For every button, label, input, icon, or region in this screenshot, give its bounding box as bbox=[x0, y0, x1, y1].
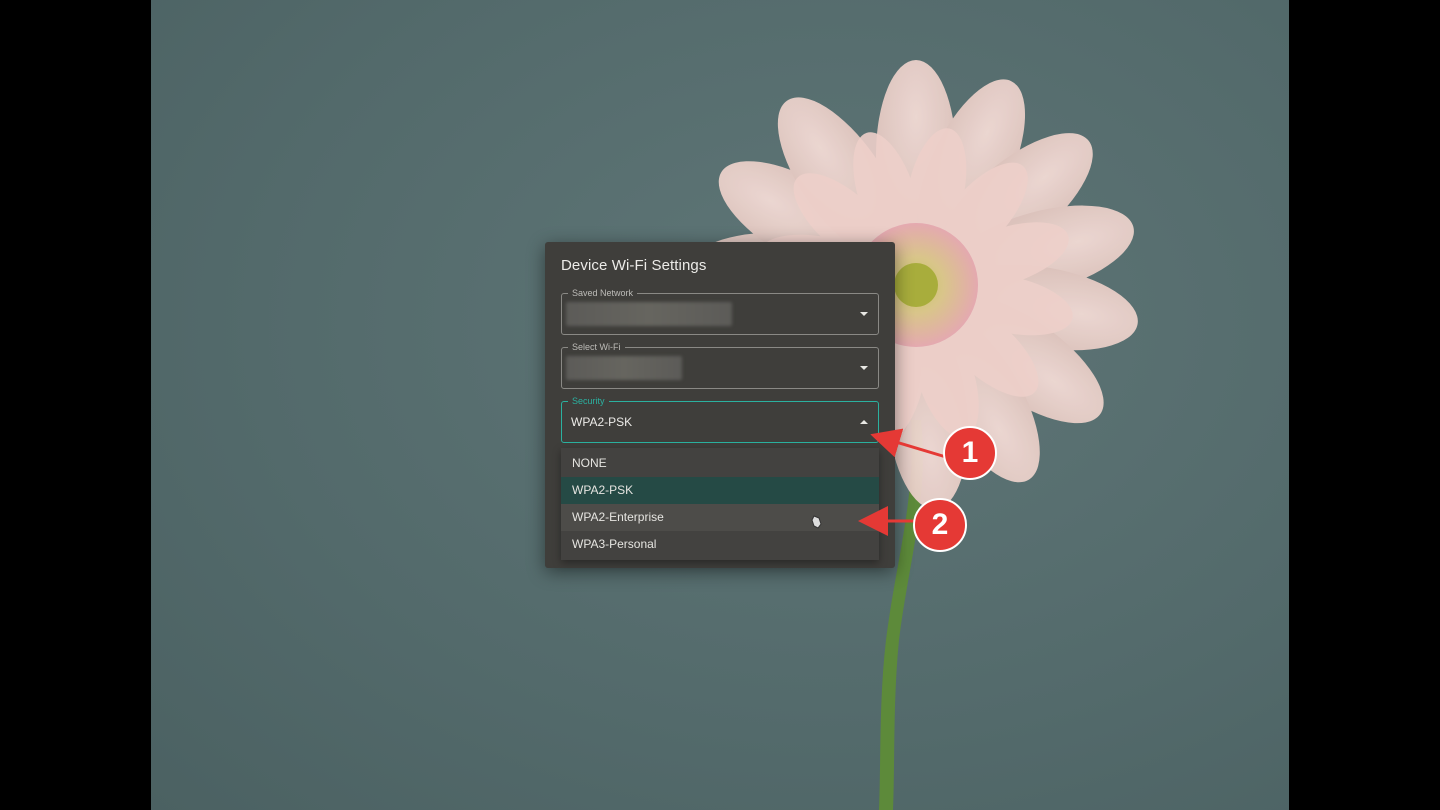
security-option-none[interactable]: NONE bbox=[561, 450, 879, 477]
chevron-down-icon[interactable] bbox=[860, 312, 868, 316]
security-option-wpa2-psk[interactable]: WPA2-PSK bbox=[561, 477, 879, 504]
hand-cursor-icon bbox=[811, 515, 822, 529]
select-wifi-label: Select Wi-Fi bbox=[568, 341, 625, 353]
saved-network-select[interactable]: Saved Network bbox=[561, 287, 879, 335]
security-value: WPA2-PSK bbox=[571, 415, 633, 429]
annotation-number-2: 2 bbox=[931, 508, 949, 541]
saved-network-value-redacted bbox=[566, 302, 732, 326]
dialog-title: Device Wi-Fi Settings bbox=[561, 257, 707, 274]
security-select[interactable]: Security WPA2-PSK bbox=[561, 395, 879, 443]
select-wifi-select[interactable]: Select Wi-Fi bbox=[561, 341, 879, 389]
security-label: Security bbox=[568, 395, 609, 407]
security-option-wpa2-enterprise[interactable]: WPA2-Enterprise bbox=[561, 504, 879, 531]
wifi-settings-dialog: Device Wi-Fi Settings Saved Network Sele… bbox=[545, 242, 895, 568]
chevron-up-icon[interactable] bbox=[860, 420, 868, 424]
security-options-menu: NONE WPA2-PSK WPA2-Enterprise WPA3-Perso… bbox=[561, 448, 879, 560]
security-option-wpa3-personal[interactable]: WPA3-Personal bbox=[561, 531, 879, 558]
chevron-down-icon[interactable] bbox=[860, 366, 868, 370]
saved-network-label: Saved Network bbox=[568, 287, 638, 299]
annotation-number-1: 1 bbox=[961, 436, 979, 469]
select-wifi-value-redacted bbox=[566, 356, 682, 380]
